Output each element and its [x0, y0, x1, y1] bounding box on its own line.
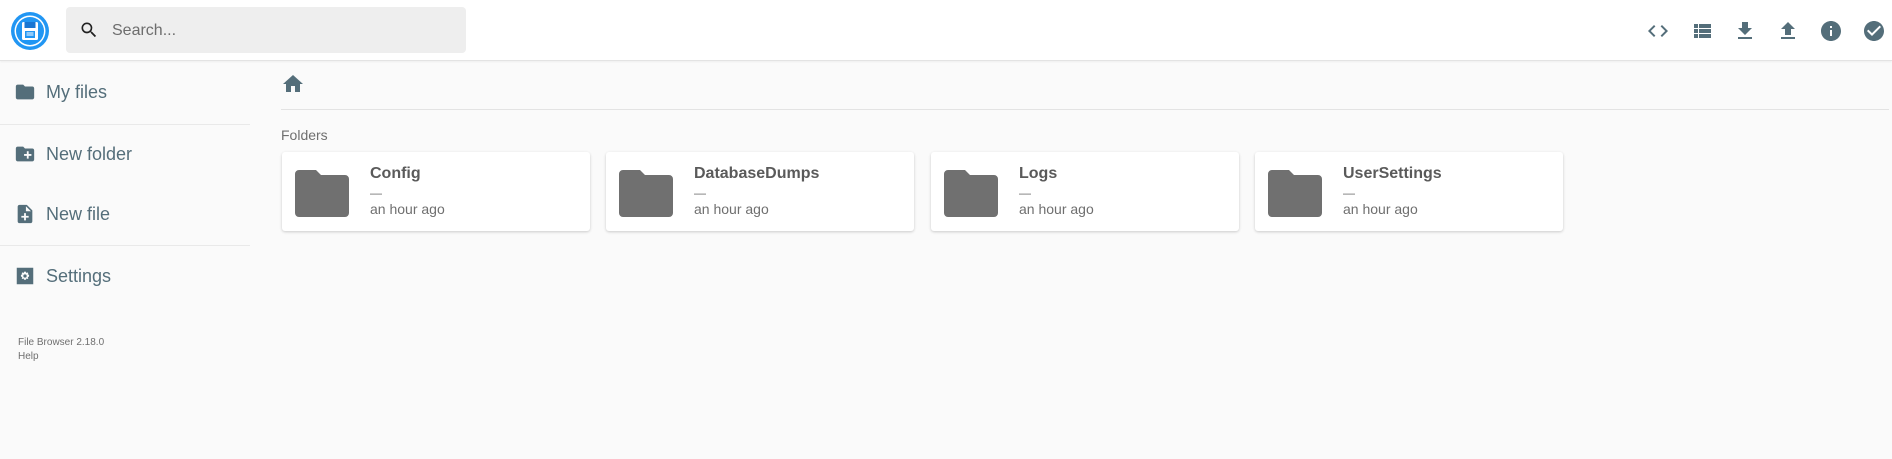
- folder-size: —: [694, 186, 706, 200]
- app-version: File Browser 2.18.0: [18, 337, 105, 348]
- folder-icon: [618, 166, 674, 218]
- sidebar-divider: [0, 245, 250, 246]
- folder-card[interactable]: DatabaseDumps — an hour ago: [606, 152, 914, 231]
- search-input[interactable]: [110, 7, 454, 55]
- help-link[interactable]: Help: [18, 351, 39, 362]
- sidebar-item-settings[interactable]: Settings: [0, 251, 250, 301]
- folder-name: Config: [370, 165, 421, 182]
- folder-icon: [1267, 166, 1323, 218]
- folder-icon: [294, 166, 350, 218]
- sidebar-divider: [0, 124, 250, 125]
- list-view-icon[interactable]: [1690, 19, 1714, 43]
- folder-modified: an hour ago: [1343, 201, 1418, 217]
- info-icon[interactable]: [1819, 19, 1843, 43]
- breadcrumb-home[interactable]: [281, 72, 305, 96]
- folder-plus-icon: [14, 143, 36, 165]
- search-icon: [79, 20, 99, 40]
- app-logo-icon[interactable]: [10, 11, 50, 51]
- select-check-icon[interactable]: [1862, 19, 1886, 43]
- section-title-folders: Folders: [281, 127, 328, 143]
- folder-name: DatabaseDumps: [694, 165, 820, 182]
- sidebar-item-label: New folder: [46, 143, 133, 164]
- folder-name: UserSettings: [1343, 165, 1442, 182]
- upload-icon[interactable]: [1776, 19, 1800, 43]
- folder-size: —: [1343, 186, 1355, 200]
- breadcrumb-divider: [281, 109, 1889, 110]
- download-icon[interactable]: [1733, 19, 1757, 43]
- sidebar-item-label: Settings: [46, 265, 112, 286]
- folder-size: —: [370, 186, 382, 200]
- sidebar-item-label: New file: [46, 203, 111, 224]
- search-box[interactable]: [66, 7, 466, 55]
- folder-card[interactable]: Logs — an hour ago: [931, 152, 1239, 231]
- credits: File Browser 2.18.0 Help: [18, 336, 104, 364]
- settings-icon: [14, 265, 36, 287]
- home-icon: [281, 75, 305, 100]
- toggle-editor-icon[interactable]: [1646, 19, 1670, 43]
- folder-modified: an hour ago: [370, 201, 445, 217]
- sidebar-item-new-folder[interactable]: New folder: [0, 129, 250, 179]
- folder-card[interactable]: Config — an hour ago: [282, 152, 590, 231]
- folder-size: —: [1019, 186, 1031, 200]
- folder-modified: an hour ago: [694, 201, 769, 217]
- folder-name: Logs: [1019, 165, 1058, 182]
- folder-modified: an hour ago: [1019, 201, 1094, 217]
- top-header: [0, 0, 1892, 61]
- folder-card[interactable]: UserSettings — an hour ago: [1255, 152, 1563, 231]
- sidebar-item-label: My files: [46, 81, 108, 102]
- file-plus-icon: [14, 203, 36, 225]
- folder-icon: [14, 81, 36, 103]
- sidebar-item-my-files[interactable]: My files: [0, 67, 250, 117]
- sidebar-item-new-file[interactable]: New file: [0, 189, 250, 239]
- folder-icon: [943, 166, 999, 218]
